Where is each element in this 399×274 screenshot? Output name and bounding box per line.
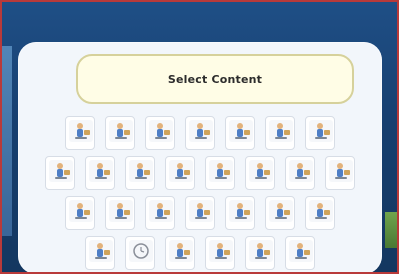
tile-label [328, 181, 352, 188]
content-tile[interactable] [325, 156, 355, 190]
person-icon [249, 160, 273, 182]
person-icon [269, 200, 293, 222]
app-frame: Select Content [0, 0, 399, 274]
tile-label [228, 221, 252, 228]
content-tile[interactable] [65, 116, 95, 150]
person-icon [289, 240, 313, 262]
person-icon [49, 160, 73, 182]
person-icon [69, 200, 93, 222]
person-icon [129, 160, 153, 182]
person-icon [109, 200, 133, 222]
tile-label [88, 181, 112, 188]
tile-label [128, 261, 152, 268]
content-tile[interactable] [225, 116, 255, 150]
tile-label [248, 181, 272, 188]
content-tile[interactable] [125, 156, 155, 190]
content-tile[interactable] [85, 236, 115, 270]
person-icon [89, 240, 113, 262]
content-row [18, 154, 382, 192]
tile-label [108, 221, 132, 228]
tile-label [208, 181, 232, 188]
person-icon [189, 120, 213, 142]
tile-label [208, 261, 232, 268]
left-decorative-strip [2, 46, 12, 236]
tile-label [48, 181, 72, 188]
tile-label [88, 261, 112, 268]
tile-label [268, 141, 292, 148]
tile-label [308, 221, 332, 228]
content-tile[interactable] [245, 156, 275, 190]
person-icon [269, 120, 293, 142]
tile-label [188, 141, 212, 148]
content-row [18, 194, 382, 232]
content-tile[interactable] [205, 156, 235, 190]
content-tile[interactable] [205, 236, 235, 270]
tile-label [288, 261, 312, 268]
tile-label [168, 261, 192, 268]
content-row [18, 114, 382, 152]
content-row [18, 234, 382, 272]
person-icon [229, 120, 253, 142]
person-icon [209, 160, 233, 182]
content-tile[interactable] [285, 236, 315, 270]
person-icon [149, 200, 173, 222]
tile-label [248, 261, 272, 268]
person-icon [329, 160, 353, 182]
tile-label [168, 181, 192, 188]
content-tile[interactable] [65, 196, 95, 230]
content-tile[interactable] [85, 156, 115, 190]
person-icon [169, 160, 193, 182]
person-icon [209, 240, 233, 262]
person-icon [109, 120, 133, 142]
person-icon [69, 120, 93, 142]
content-tile[interactable] [305, 116, 335, 150]
tile-label [108, 141, 132, 148]
tile-label [68, 221, 92, 228]
content-tile[interactable] [285, 156, 315, 190]
person-icon [169, 240, 193, 262]
tile-label [228, 141, 252, 148]
clock-icon [129, 240, 153, 262]
content-tile[interactable] [105, 116, 135, 150]
content-tile[interactable] [165, 236, 195, 270]
title-box: Select Content [76, 54, 354, 104]
content-tile[interactable] [245, 236, 275, 270]
tile-label [308, 141, 332, 148]
content-tile[interactable] [165, 156, 195, 190]
tile-label [128, 181, 152, 188]
person-icon [309, 120, 333, 142]
content-tile[interactable] [145, 116, 175, 150]
person-icon [249, 240, 273, 262]
content-tile[interactable] [185, 116, 215, 150]
content-tile[interactable] [185, 196, 215, 230]
content-tile[interactable] [265, 196, 295, 230]
person-icon [89, 160, 113, 182]
tile-label [148, 221, 172, 228]
right-decorative-strip [385, 212, 397, 248]
tile-label [288, 181, 312, 188]
tile-label [68, 141, 92, 148]
content-selection-panel: Select Content [18, 42, 382, 272]
tile-label [188, 221, 212, 228]
content-tile[interactable] [305, 196, 335, 230]
content-tile[interactable] [105, 196, 135, 230]
tile-label [268, 221, 292, 228]
content-tile[interactable] [225, 196, 255, 230]
person-icon [229, 200, 253, 222]
content-tile[interactable] [145, 196, 175, 230]
content-tile[interactable] [45, 156, 75, 190]
person-icon [149, 120, 173, 142]
person-icon [289, 160, 313, 182]
person-icon [189, 200, 213, 222]
content-tile[interactable] [265, 116, 295, 150]
panel-title: Select Content [167, 72, 263, 86]
tile-label [148, 141, 172, 148]
person-icon [309, 200, 333, 222]
content-tile[interactable] [125, 236, 155, 270]
